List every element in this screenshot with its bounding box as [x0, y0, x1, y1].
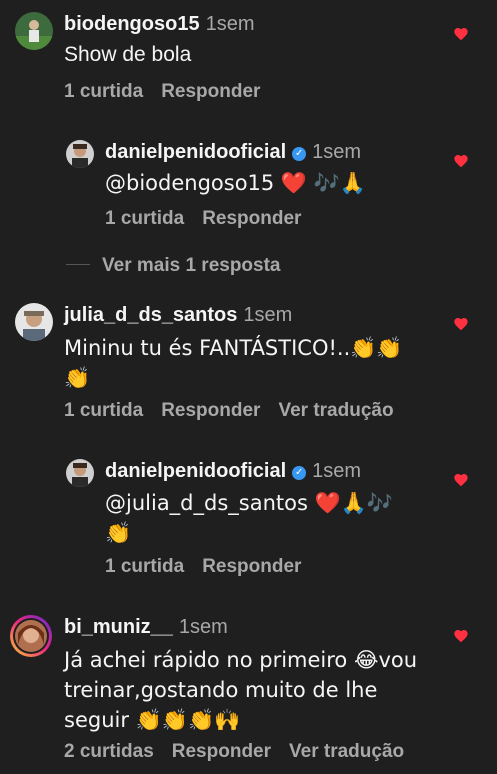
comment-text: Mininu tu és FANTÁSTICO!..👏👏 👏 — [64, 336, 403, 390]
comment-time: 1sem — [243, 304, 293, 326]
avatar[interactable] — [66, 459, 94, 487]
likes-count[interactable]: 1 curtida — [64, 400, 143, 421]
comment-time: 1sem — [312, 141, 362, 163]
comment-username[interactable]: danielpenidooficial — [105, 141, 286, 163]
comment-username[interactable]: bi_muniz__ — [64, 616, 173, 638]
comment-text: Show de bola — [64, 43, 192, 66]
comment-time: 1sem — [178, 616, 228, 638]
heart-icon[interactable] — [453, 316, 469, 332]
heart-icon[interactable] — [453, 153, 469, 169]
comment-username[interactable]: biodengoso15 — [64, 13, 200, 35]
divider — [66, 264, 90, 265]
likes-count[interactable]: 1 curtida — [105, 208, 184, 229]
heart-icon[interactable] — [453, 472, 469, 488]
comment-text: @biodengoso15 ❤️ 🎶🙏 — [105, 171, 367, 195]
comment-time: 1sem — [312, 460, 362, 482]
comment-text: @julia_d_ds_santos ❤️🙏🎶 👏 — [105, 491, 394, 545]
comment-username[interactable]: danielpenidooficial — [105, 460, 286, 482]
translate-button[interactable]: Ver tradução — [278, 400, 393, 421]
likes-count[interactable]: 1 curtida — [105, 556, 184, 577]
heart-icon[interactable] — [453, 628, 469, 644]
reply-button[interactable]: Responder — [172, 741, 271, 762]
view-more-replies[interactable]: Ver mais 1 resposta — [66, 254, 281, 278]
reply-button[interactable]: Responder — [161, 400, 260, 421]
avatar[interactable] — [10, 615, 52, 657]
comment-username[interactable]: julia_d_ds_santos — [64, 304, 237, 326]
comment-time: 1sem — [205, 13, 255, 35]
verified-badge-icon: ✓ — [292, 147, 307, 161]
reply-button[interactable]: Responder — [161, 81, 260, 102]
avatar[interactable] — [66, 140, 94, 168]
likes-count[interactable]: 2 curtidas — [64, 741, 154, 762]
view-more-label[interactable]: Ver mais 1 resposta — [102, 255, 281, 276]
avatar[interactable] — [15, 12, 53, 50]
reply-button[interactable]: Responder — [202, 556, 301, 577]
likes-count[interactable]: 1 curtida — [64, 81, 143, 102]
reply-button[interactable]: Responder — [202, 208, 301, 229]
heart-icon[interactable] — [453, 26, 469, 42]
avatar[interactable] — [15, 303, 53, 341]
translate-button[interactable]: Ver tradução — [289, 741, 404, 762]
comment-text: Já achei rápido no primeiro 😂vou treinar… — [64, 648, 418, 732]
verified-badge-icon: ✓ — [292, 466, 307, 480]
